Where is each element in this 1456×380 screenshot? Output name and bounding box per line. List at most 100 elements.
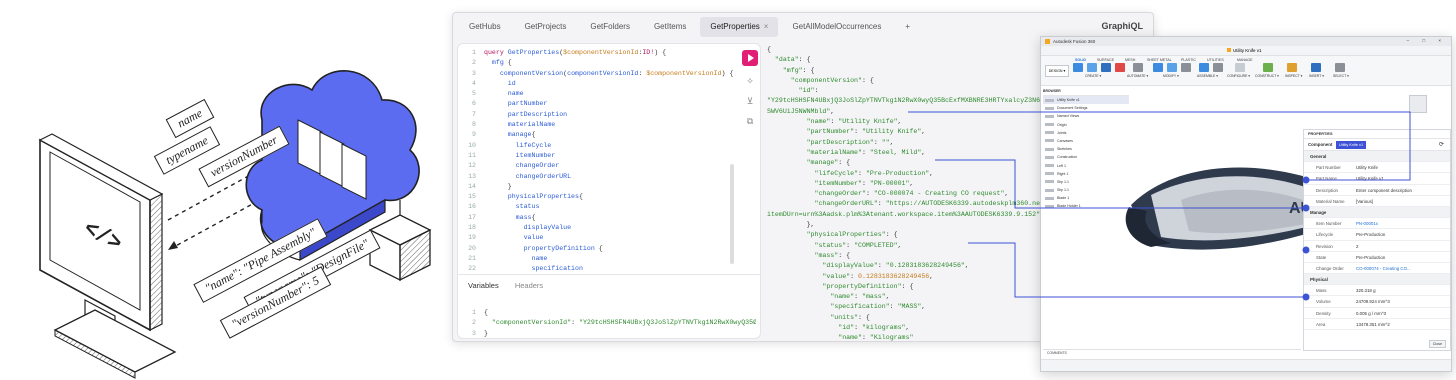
ribbon-group-create[interactable]: CREATE ▾ (1085, 74, 1101, 78)
query-editor[interactable]: 1 query GetProperties($componentVersionId… (460, 48, 733, 275)
ribbon-tab-sheet-metal[interactable]: SHEET METAL (1147, 58, 1172, 62)
property-label: Density (1316, 310, 1331, 316)
fillet-icon[interactable] (1167, 63, 1177, 72)
automate-icon[interactable] (1133, 63, 1143, 72)
browser-item[interactable]: Document Settings (1043, 104, 1129, 112)
code-token: "Y29tcHSHSFN4UBxjQ3JoSlZpYTNVTkg1N2RwX0w… (767, 97, 1041, 105)
measure-icon[interactable] (1287, 63, 1297, 72)
revolve-icon[interactable] (1101, 63, 1111, 72)
ribbon-group-select[interactable]: SELECT ▾ (1333, 74, 1349, 78)
tab-headers[interactable]: Headers (515, 281, 543, 290)
properties-section-header[interactable]: Physical (1304, 274, 1450, 286)
new-component-icon[interactable] (1073, 63, 1083, 72)
line-number: 13 (468, 172, 476, 180)
design-workspace-dropdown[interactable]: DESIGN ▾ (1045, 65, 1069, 77)
extrude-icon[interactable] (1087, 63, 1097, 72)
tab-variables[interactable]: Variables (468, 281, 499, 290)
code-line: "Y29tcHSHSFN4UBxjQ3JoSlZpYTNVTkg1N2RwX0w… (767, 96, 1056, 106)
ribbon-group-assemble[interactable]: ASSEMBLE ▾ (1197, 74, 1218, 78)
add-tab-button[interactable]: + (895, 17, 920, 37)
press-pull-icon[interactable] (1153, 63, 1163, 72)
property-label: Description (1316, 187, 1338, 193)
tab-getallmodeloccurrences[interactable]: GetAllModelOccurrences (782, 17, 891, 37)
properties-section-header[interactable]: Manage (1304, 206, 1450, 219)
code-line: "materialName": "Steel, Mild", (767, 148, 1056, 158)
property-row: Volume 24709.924 mm^3 (1304, 296, 1450, 308)
properties-section-header[interactable]: General (1304, 151, 1450, 163)
window-controls[interactable]: – □ × (1407, 38, 1447, 43)
tab-getproperties[interactable]: GetProperties × (700, 17, 779, 37)
hole-icon[interactable] (1115, 63, 1125, 72)
ribbon-group-construct[interactable]: CONSTRUCT ▾ (1255, 74, 1279, 78)
ribbon-group-automate[interactable]: AUTOMATE ▾ (1127, 74, 1148, 78)
editor-scrollbar[interactable] (730, 164, 734, 264)
component-dropdown[interactable]: Utility Knife v1 (1336, 141, 1367, 149)
line-number: 8 (472, 121, 476, 129)
joint-icon[interactable] (1199, 63, 1209, 72)
ribbon-tab-surface[interactable]: SURFACE (1097, 58, 1114, 62)
property-value: 24709.924 mm^3 (1356, 299, 1390, 305)
close-button[interactable]: Close (1428, 340, 1446, 348)
tab-getitems[interactable]: GetItems (644, 17, 696, 37)
configure-icon[interactable] (1235, 63, 1245, 72)
tab-gethubs[interactable]: GetHubs (459, 17, 511, 37)
refresh-icon[interactable]: ⟳ (1439, 139, 1444, 151)
code-line: 1{ (460, 308, 756, 318)
copy-query-icon[interactable]: ⧉ (744, 116, 756, 126)
ribbon-group-inspect[interactable]: INSPECT ▾ (1285, 74, 1302, 78)
property-label: State (1316, 254, 1327, 260)
code-line: itemDUrn=urn%3Aadsk.plm%3Atenant.workspa… (767, 210, 1056, 220)
view-cube[interactable] (1409, 95, 1427, 113)
shell-icon[interactable] (1181, 63, 1191, 72)
close-tab-icon[interactable]: × (764, 22, 769, 31)
ribbon-tab-manage[interactable]: MANAGE (1237, 58, 1253, 62)
insert-icon[interactable] (1311, 63, 1321, 72)
ribbon-tab-utilities[interactable]: UTILITIES (1207, 58, 1224, 62)
code-token: "itemNumber" (814, 179, 862, 187)
ribbon-group-insert[interactable]: INSERT ▾ (1309, 74, 1324, 78)
property-value[interactable]: CO-000074 - Creating CO... (1356, 263, 1411, 274)
code-token: , (905, 324, 910, 332)
construct-plane-icon[interactable] (1263, 63, 1273, 72)
browser-item[interactable]: Named Views (1043, 112, 1129, 120)
as-built-joint-icon[interactable] (1213, 63, 1223, 72)
timeline-bar[interactable] (1041, 359, 1451, 371)
code-line: "mass": { (767, 251, 1056, 261)
document-tab-label: Utility Knife v1 (1233, 48, 1262, 53)
prettify-icon[interactable]: ✧ (744, 76, 756, 86)
ribbon-tab-mesh[interactable]: MESH (1125, 58, 1135, 62)
browser-item[interactable]: Utility Knife v1 (1043, 96, 1129, 105)
code-token: "changeOrderURL" (814, 200, 878, 208)
tab-getprojects[interactable]: GetProjects (515, 17, 577, 37)
select-icon[interactable] (1335, 63, 1345, 72)
line-number: 10 (468, 141, 476, 149)
property-value[interactable]: PN-00001x (1356, 218, 1378, 229)
tab-getfolders[interactable]: GetFolders (580, 17, 640, 37)
property-row: Density 0.005 g / mm^3 (1304, 308, 1450, 319)
variables-tab-bar: Variables Headers (458, 274, 760, 296)
ribbon-group-modify[interactable]: MODIFY ▾ (1163, 74, 1179, 78)
ribbon-group-configure[interactable]: CONFIGURE ▾ (1227, 74, 1250, 78)
line-number: 2 (472, 319, 476, 327)
run-query-button[interactable] (742, 50, 758, 66)
code-token: "Utility Knife" (838, 118, 898, 126)
code-token: , (964, 262, 969, 270)
fusion-window: Autodesk Fusion 360 – □ × Utility Knife … (1040, 36, 1452, 372)
code-line: "value": 0.1283183628249456, (767, 272, 1056, 282)
variables-editor[interactable]: 1{2 "componentVersionId": "Y29tcHSHSFN4U… (460, 308, 756, 338)
code-token: "Utility Knife" (861, 128, 922, 136)
code-token: : (873, 138, 882, 146)
code-token: "id" (798, 87, 815, 95)
ribbon-tab-plastic[interactable]: PLASTIC (1181, 58, 1196, 62)
ribbon-tab-solid[interactable]: SOLID (1075, 58, 1086, 62)
document-tab[interactable]: Utility Knife v1 (1221, 48, 1268, 53)
property-value: 320.318 g (1356, 288, 1376, 294)
code-token: : (861, 334, 870, 341)
code-token: "materialName" (806, 148, 862, 156)
merge-fragments-icon[interactable]: ⊻ (744, 96, 756, 106)
